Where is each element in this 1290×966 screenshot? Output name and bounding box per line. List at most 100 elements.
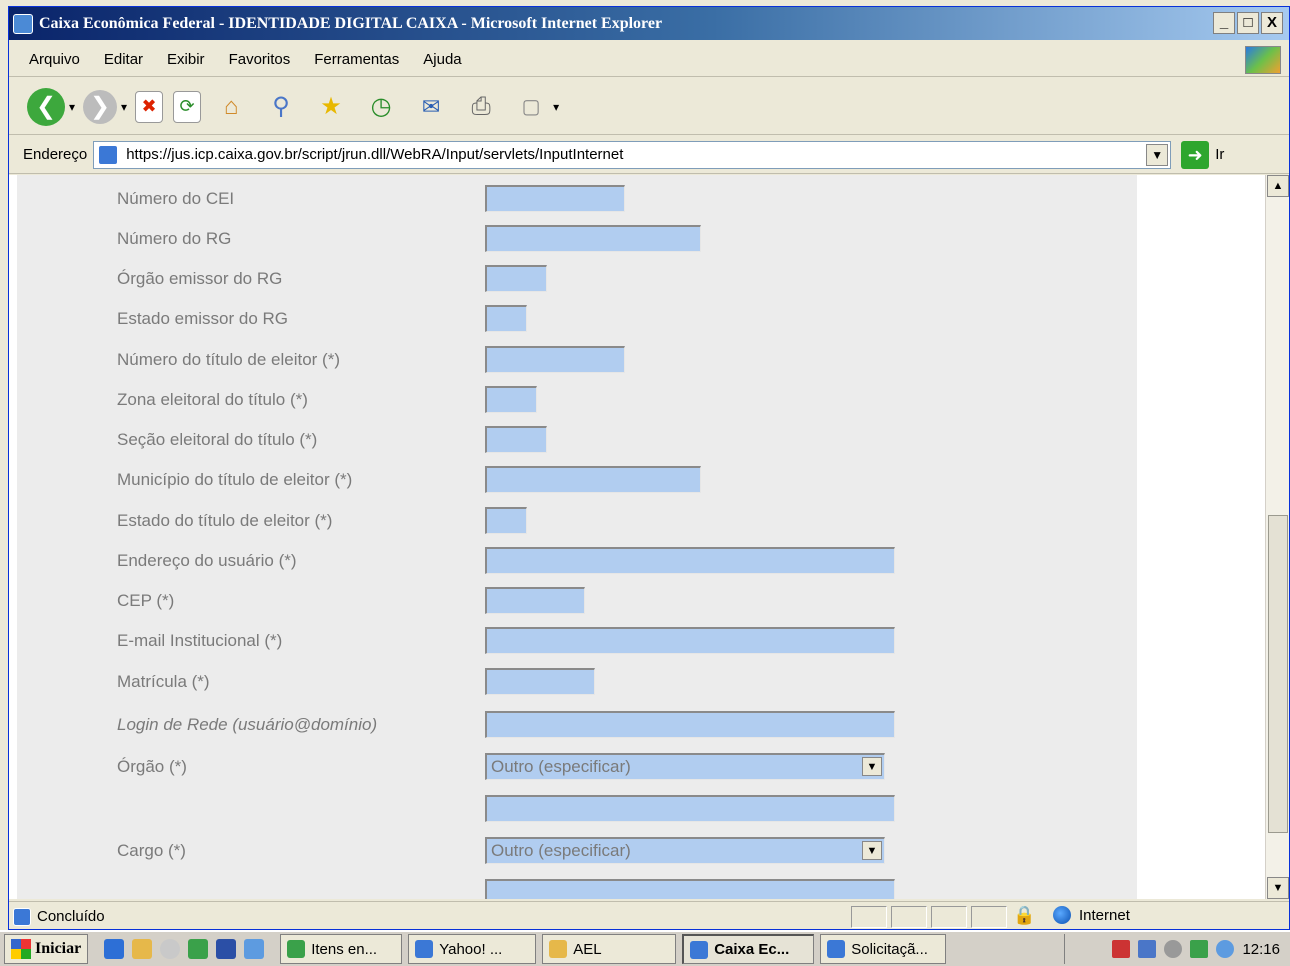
media-icon[interactable]	[160, 939, 181, 959]
print-icon[interactable]: ⎙	[461, 87, 501, 127]
scroll-up-icon[interactable]: ▲	[1267, 175, 1289, 197]
orgao-other-input[interactable]	[485, 795, 895, 822]
mail-icon[interactable]: ✉	[411, 87, 451, 127]
field-label: Município do título de eleitor (*)	[117, 470, 353, 489]
task-button[interactable]: AEL	[542, 934, 677, 964]
edit-dropdown-icon[interactable]: ▾	[553, 100, 559, 114]
field-label: Número do RG	[117, 229, 232, 248]
cep-input[interactable]	[485, 587, 585, 614]
cargo-selected-value: Outro (especificar)	[491, 841, 631, 860]
rg-state-input[interactable]	[485, 305, 527, 332]
field-label: Matrícula (*)	[117, 672, 210, 691]
stop-icon[interactable]: ✖	[135, 90, 164, 123]
address-field[interactable]	[485, 547, 895, 574]
chevron-down-icon[interactable]: ▼	[862, 757, 882, 776]
close-button[interactable]: X	[1261, 12, 1283, 34]
volume-icon[interactable]	[1164, 940, 1183, 958]
folder-icon	[549, 940, 568, 958]
menu-editar[interactable]: Editar	[104, 51, 143, 68]
vertical-scrollbar[interactable]: ▲ ▼	[1265, 175, 1289, 899]
taskbar: Iniciar Itens en... Yahoo! ... AEL Caixa…	[0, 930, 1290, 966]
edit-icon[interactable]: ▢	[511, 87, 551, 127]
windows-flag-icon	[11, 939, 31, 959]
document-icon[interactable]	[244, 939, 265, 959]
voter-city-input[interactable]	[485, 466, 701, 493]
page-content: Número do CEI Número do RG Órgão emissor…	[9, 175, 1267, 899]
clock: 12:16	[1242, 940, 1280, 958]
chevron-down-icon[interactable]: ▼	[862, 841, 882, 860]
voter-state-input[interactable]	[485, 507, 527, 534]
history-icon[interactable]: ◷	[361, 87, 401, 127]
cei-input[interactable]	[485, 185, 625, 212]
rg-issuer-input[interactable]	[485, 265, 547, 292]
field-label: CEP (*)	[117, 591, 175, 610]
field-label: Seção eleitoral do título (*)	[117, 430, 318, 449]
start-label: Iniciar	[35, 940, 82, 957]
scroll-down-icon[interactable]: ▼	[1267, 877, 1289, 899]
address-input[interactable]: https://jus.icp.caixa.gov.br/script/jrun…	[93, 140, 1172, 169]
forward-arrow-icon[interactable]: ❯	[83, 89, 118, 124]
app-icon[interactable]	[188, 939, 209, 959]
orgao-select[interactable]: Outro (especificar) ▼	[485, 753, 885, 780]
back-dropdown-icon[interactable]: ▾	[69, 100, 75, 114]
rg-input[interactable]	[485, 225, 701, 252]
status-text: Concluído	[37, 908, 105, 925]
security-zone[interactable]: Internet	[1053, 906, 1130, 924]
task-button-active[interactable]: Caixa Ec...	[682, 934, 815, 964]
task-button[interactable]: Yahoo! ...	[408, 934, 537, 964]
voter-zone-input[interactable]	[485, 386, 537, 413]
home-icon[interactable]: ⌂	[211, 87, 251, 127]
menu-bar: Arquivo Editar Exibir Favoritos Ferramen…	[9, 43, 1289, 77]
ie-icon	[415, 940, 434, 958]
status-pane	[971, 906, 1007, 928]
address-url[interactable]: https://jus.icp.caixa.gov.br/script/jrun…	[126, 146, 623, 163]
lock-icon[interactable]: 🔒	[1013, 905, 1035, 926]
tray-app-icon[interactable]	[1190, 940, 1209, 958]
task-label: Itens en...	[311, 940, 378, 958]
minimize-button[interactable]: _	[1213, 12, 1235, 34]
task-label: Solicitaçã...	[851, 940, 928, 958]
ie-page-icon	[13, 13, 33, 34]
menu-favoritos[interactable]: Favoritos	[229, 51, 291, 68]
forward-dropdown-icon[interactable]: ▾	[121, 100, 127, 114]
go-arrow-icon[interactable]: ➜	[1181, 140, 1210, 169]
cargo-other-input[interactable]	[485, 879, 895, 899]
maximize-button[interactable]: □	[1237, 12, 1259, 34]
email-field[interactable]	[485, 627, 895, 654]
go-button[interactable]: ➜ Ir	[1181, 140, 1224, 169]
refresh-icon[interactable]: ⟳	[173, 90, 202, 123]
orgao-selected-value: Outro (especificar)	[491, 757, 631, 776]
app-icon	[287, 940, 306, 958]
status-pane	[891, 906, 927, 928]
favorites-star-icon[interactable]: ★	[311, 87, 351, 127]
voter-id-input[interactable]	[485, 346, 625, 373]
go-label[interactable]: Ir	[1215, 146, 1224, 163]
network-icon[interactable]	[1138, 940, 1157, 958]
status-bar: Concluído 🔒 Internet	[9, 901, 1289, 931]
word-icon[interactable]	[216, 939, 237, 959]
cargo-label: Cargo (*)	[117, 841, 186, 860]
matricula-input[interactable]	[485, 668, 595, 695]
ie-icon	[690, 940, 709, 959]
field-label: Número do CEI	[117, 189, 235, 208]
field-label: Estado do título de eleitor (*)	[117, 511, 333, 530]
windows-logo-icon	[1245, 46, 1281, 74]
menu-ajuda[interactable]: Ajuda	[423, 51, 461, 68]
address-dropdown-icon[interactable]: ▼	[1146, 143, 1169, 166]
menu-exibir[interactable]: Exibir	[167, 51, 205, 68]
messenger-icon[interactable]	[1216, 940, 1235, 958]
task-button[interactable]: Solicitaçã...	[820, 934, 947, 964]
task-button[interactable]: Itens en...	[280, 934, 403, 964]
login-input[interactable]	[485, 711, 895, 738]
start-button[interactable]: Iniciar	[4, 934, 89, 964]
cargo-select[interactable]: Outro (especificar) ▼	[485, 837, 885, 864]
menu-arquivo[interactable]: Arquivo	[29, 51, 80, 68]
search-icon[interactable]: ⚲	[261, 87, 301, 127]
tray-app-icon[interactable]	[1112, 940, 1131, 958]
menu-ferramentas[interactable]: Ferramentas	[314, 51, 399, 68]
folder-icon[interactable]	[132, 939, 153, 959]
ie-icon[interactable]	[104, 939, 125, 959]
voter-section-input[interactable]	[485, 426, 547, 453]
scrollbar-thumb[interactable]	[1268, 515, 1288, 833]
back-arrow-icon[interactable]: ❮	[27, 87, 65, 126]
